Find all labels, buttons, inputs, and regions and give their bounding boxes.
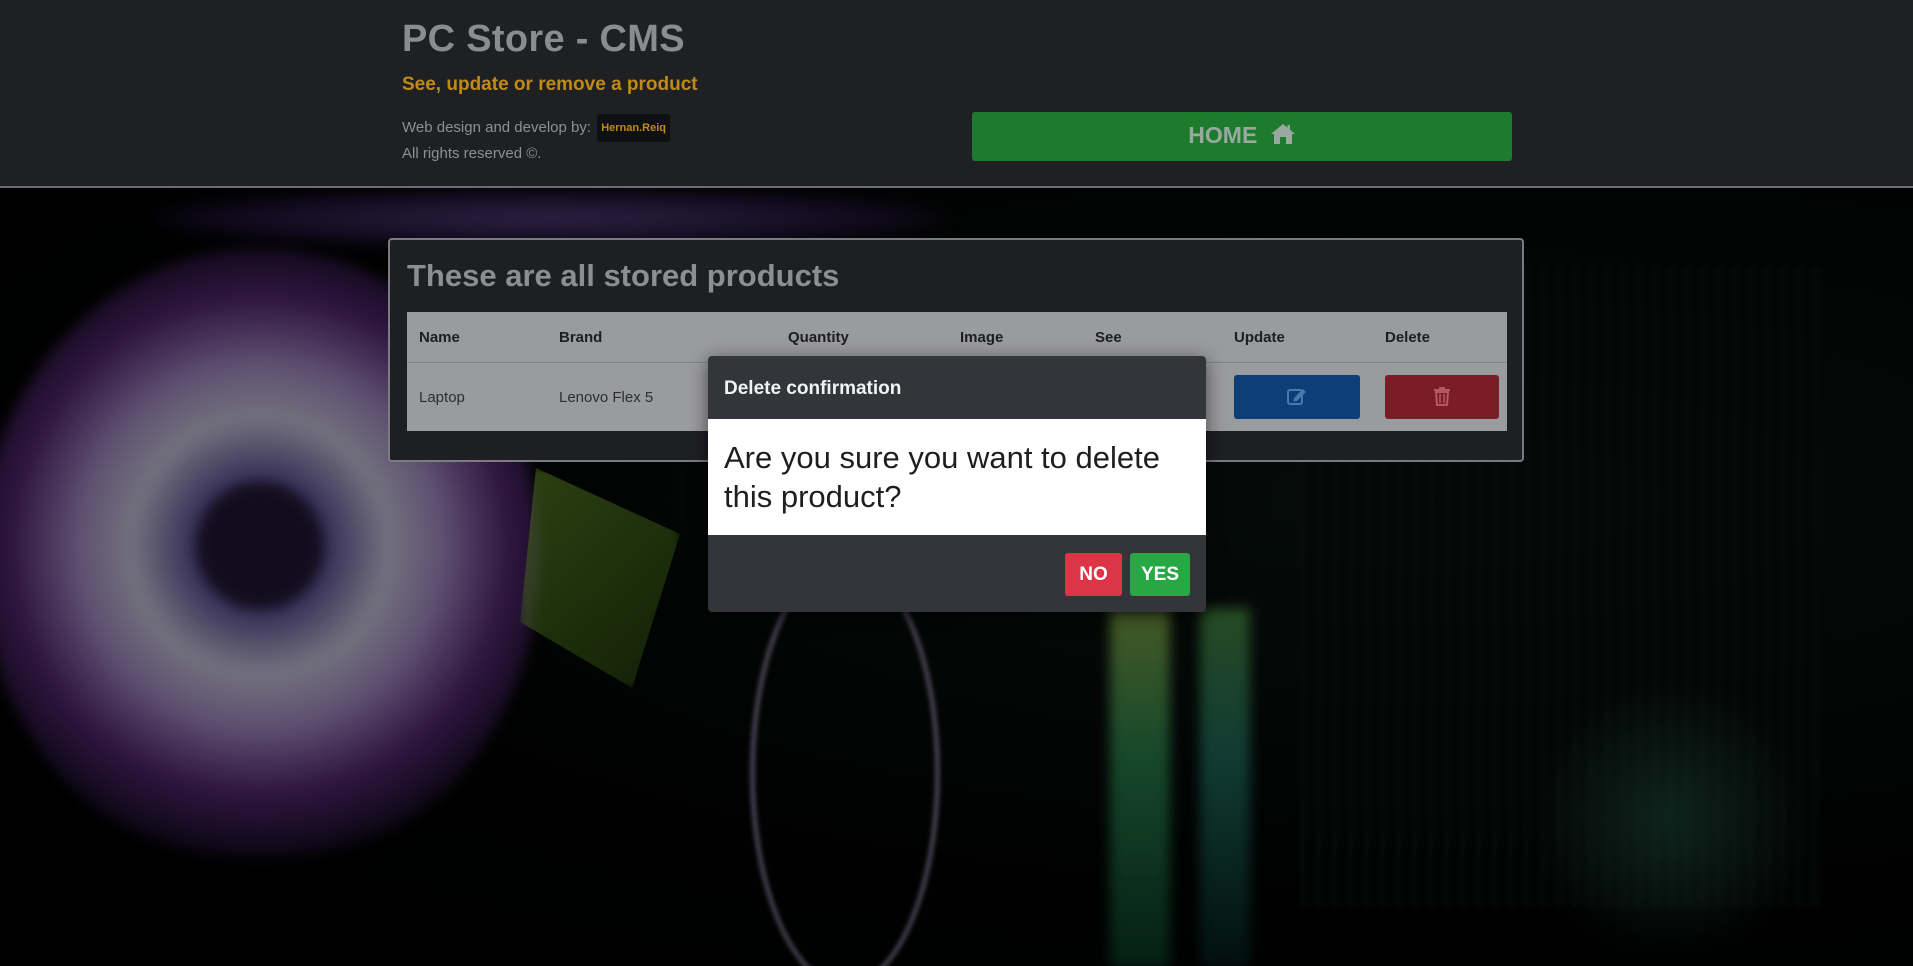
delete-confirmation-modal: Delete confirmation Are you sure you wan… <box>708 356 1206 612</box>
modal-question: Are you sure you want to delete this pro… <box>724 440 1160 514</box>
delete-cell <box>1373 363 1507 432</box>
modal-body: Are you sure you want to delete this pro… <box>708 419 1206 535</box>
modal-header: Delete confirmation <box>708 356 1206 419</box>
credit-prefix: Web design and develop by: <box>402 119 592 136</box>
column-header: Update <box>1222 312 1373 363</box>
author-badge: Hernan.Reiq <box>597 114 670 142</box>
delete-button[interactable] <box>1385 375 1499 419</box>
no-button[interactable]: NO <box>1065 553 1122 596</box>
yes-button[interactable]: YES <box>1130 553 1190 596</box>
modal-title: Delete confirmation <box>724 378 902 399</box>
edit-icon <box>1286 388 1308 409</box>
home-button-label: HOME <box>1188 121 1258 148</box>
column-header: Quantity <box>776 312 948 363</box>
home-icon <box>1270 122 1296 152</box>
table-header-row: Name Brand Quantity Image See Update Del… <box>407 312 1507 363</box>
column-header: Image <box>948 312 1083 363</box>
column-header: Brand <box>547 312 776 363</box>
site-header: PC Store - CMS See, update or remove a p… <box>0 0 1913 188</box>
products-heading: These are all stored products <box>407 258 840 293</box>
site-title: PC Store - CMS <box>402 18 685 60</box>
trash-icon <box>1433 386 1451 409</box>
home-button[interactable]: HOME <box>972 112 1512 161</box>
credits: Web design and develop by: Hernan.Reiq A… <box>402 114 670 166</box>
column-header: Delete <box>1373 312 1507 363</box>
column-header: Name <box>407 312 547 363</box>
column-header: See <box>1083 312 1222 363</box>
update-button[interactable] <box>1234 375 1360 419</box>
modal-footer: NO YES <box>708 535 1206 612</box>
site-subtitle: See, update or remove a product <box>402 74 698 95</box>
update-cell <box>1222 363 1373 432</box>
rights-text: All rights reserved ©. <box>402 145 542 162</box>
product-name: Laptop <box>419 388 465 406</box>
